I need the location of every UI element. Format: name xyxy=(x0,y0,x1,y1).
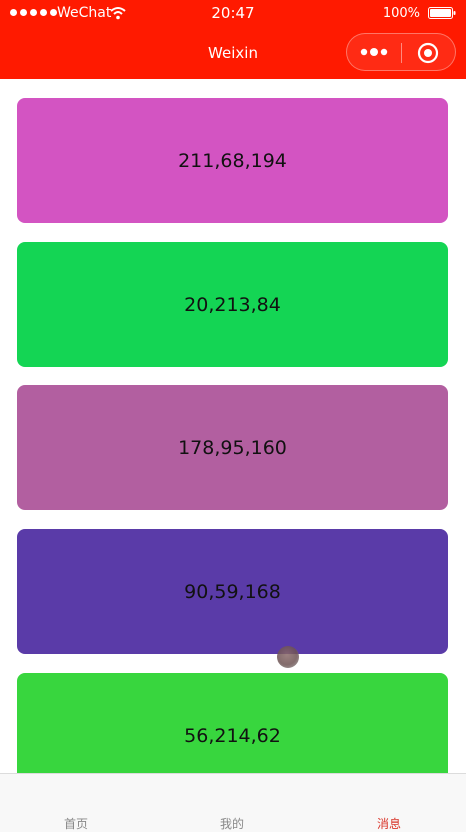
close-miniprogram-icon[interactable] xyxy=(417,42,439,64)
color-card-label: 20,213,84 xyxy=(184,293,281,316)
color-card-label: 56,214,62 xyxy=(184,724,281,747)
status-bar: WeChat 20:47 100% xyxy=(0,0,466,28)
more-icon[interactable] xyxy=(360,46,388,58)
tab-messages[interactable]: 消息 xyxy=(349,816,429,832)
color-card[interactable]: 20,213,84 xyxy=(17,242,448,367)
capsule-divider xyxy=(401,43,402,63)
tab-bar: 首页 我的 消息 xyxy=(0,773,466,832)
color-card[interactable]: 211,68,194 xyxy=(17,98,448,223)
color-card-label: 178,95,160 xyxy=(178,436,287,459)
color-card[interactable]: 178,95,160 xyxy=(17,385,448,510)
color-card-label: 90,59,168 xyxy=(184,580,281,603)
color-card[interactable]: 90,59,168 xyxy=(17,529,448,654)
miniprogram-capsule xyxy=(346,33,456,71)
header: WeChat 20:47 100% Weixin xyxy=(0,0,466,79)
battery-percentage: 100% xyxy=(382,6,420,21)
touch-indicator xyxy=(277,646,299,668)
battery-icon xyxy=(428,7,456,19)
tab-home[interactable]: 首页 xyxy=(36,816,116,832)
tab-mine[interactable]: 我的 xyxy=(192,816,272,832)
color-card-label: 211,68,194 xyxy=(178,149,287,172)
